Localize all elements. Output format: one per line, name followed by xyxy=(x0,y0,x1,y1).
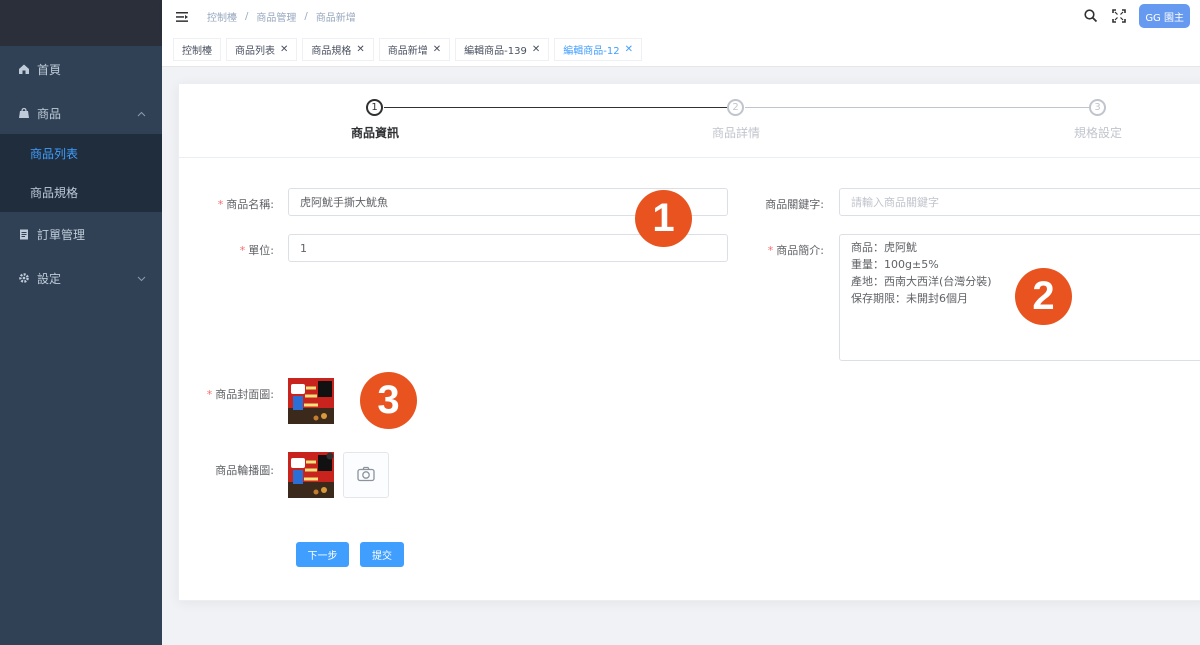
tag-product-spec[interactable]: 商品規格 ✕ xyxy=(302,38,374,61)
step-3-title: 規格設定 xyxy=(1073,126,1123,140)
sidebar: 首頁 商品 商品列表 商品規格 訂單管理 設定 xyxy=(0,0,162,645)
sidebar-submenu-products: 商品列表 商品規格 xyxy=(0,134,162,212)
close-icon[interactable]: ✕ xyxy=(433,44,441,55)
tag-product-add[interactable]: 商品新增 ✕ xyxy=(378,38,451,61)
navbar: 控制檯 / 商品管理 / 商品新增 GG 園主 xyxy=(162,0,1200,33)
product-name-label: * 商品名稱: xyxy=(217,198,274,211)
tag-label: 控制檯 xyxy=(182,46,212,57)
camera-icon xyxy=(357,466,375,485)
breadcrumb: 控制檯 / 商品管理 / 商品新增 xyxy=(207,9,356,24)
breadcrumb-item: 商品新增 xyxy=(315,13,356,24)
close-icon[interactable]: ✕ xyxy=(356,44,364,55)
tag-label: 編輯商品-139 xyxy=(464,46,527,57)
tag-label: 編輯商品-12 xyxy=(563,46,620,57)
product-keyword-input[interactable]: 請輸入商品關鍵字 xyxy=(839,188,1200,216)
unit-label: * 單位: xyxy=(239,244,274,257)
breadcrumb-separator: / xyxy=(245,11,249,22)
sidebar-subitem-product-list[interactable]: 商品列表 xyxy=(0,134,162,173)
tag-product-list[interactable]: 商品列表 ✕ xyxy=(226,38,298,61)
annotation-badge-3: 3 xyxy=(360,372,417,429)
navbar-right-menu: GG 園主 xyxy=(1083,4,1190,28)
sidebar-item-products[interactable]: 商品 xyxy=(0,92,162,134)
fullscreen-icon[interactable] xyxy=(1111,8,1127,24)
user-menu-button[interactable]: GG 園主 xyxy=(1139,4,1190,28)
sidebar-item-label: 商品 xyxy=(37,106,62,121)
sidebar-logo-area xyxy=(0,0,162,46)
cover-image-thumbnail[interactable] xyxy=(288,378,334,424)
step-2-icon: 2 xyxy=(727,99,744,116)
shop-icon xyxy=(18,107,30,119)
sidebar-item-orders[interactable]: 訂單管理 xyxy=(0,212,162,256)
step-3-icon: 3 xyxy=(1089,99,1106,116)
step-connector xyxy=(384,107,727,108)
next-step-button[interactable]: 下一步 xyxy=(296,542,349,567)
hamburger-icon[interactable] xyxy=(175,10,189,24)
breadcrumb-separator: / xyxy=(304,11,308,22)
sidebar-subitem-product-spec[interactable]: 商品規格 xyxy=(0,173,162,212)
breadcrumb-item[interactable]: 控制檯 xyxy=(207,9,237,24)
intro-line: 商品：虎阿魷 xyxy=(851,241,917,254)
sidebar-item-home[interactable]: 首頁 xyxy=(0,46,162,92)
step-1-title: 商品資訊 xyxy=(350,126,400,140)
tag-edit-product-12[interactable]: 編輯商品-12 ✕ xyxy=(554,38,642,61)
product-keyword-label: 商品關鍵字: xyxy=(765,198,824,211)
close-icon[interactable]: ✕ xyxy=(280,44,288,55)
carousel-image-thumbnail[interactable] xyxy=(288,452,334,498)
breadcrumb-item[interactable]: 商品管理 xyxy=(256,9,296,24)
close-icon[interactable]: ✕ xyxy=(532,44,540,55)
tags-view: 控制檯 商品列表 ✕ 商品規格 ✕ 商品新增 ✕ 編輯商品-139 ✕ 編輯商品-12 ✕ xyxy=(162,33,1200,67)
home-icon xyxy=(18,63,30,75)
sidebar-item-label: 設定 xyxy=(37,271,62,286)
tag-label: 商品新增 xyxy=(387,46,428,57)
image-upload-button[interactable] xyxy=(343,452,389,498)
carousel-image-label: 商品輪播圖: xyxy=(215,464,274,477)
sidebar-item-label: 首頁 xyxy=(37,62,62,77)
chevron-up-icon xyxy=(137,106,146,120)
chevron-down-icon xyxy=(137,271,146,285)
step-connector xyxy=(745,107,1090,108)
annotation-badge-2: 2 xyxy=(1015,268,1072,325)
product-intro-label: * 商品簡介: xyxy=(767,244,824,257)
tag-dashboard[interactable]: 控制檯 xyxy=(173,38,221,61)
submit-button[interactable]: 提交 xyxy=(360,542,404,567)
annotation-badge-1: 1 xyxy=(635,190,692,247)
steps: 1 商品資訊 2 商品詳情 3 規格設定 xyxy=(179,84,1200,158)
tag-edit-product-139[interactable]: 編輯商品-139 ✕ xyxy=(455,38,550,61)
intro-line: 重量：100g±5% xyxy=(851,258,939,271)
sidebar-item-label: 訂單管理 xyxy=(37,227,86,242)
step-2-title: 商品詳情 xyxy=(711,126,761,140)
clipboard-icon xyxy=(18,228,30,240)
cover-image-label: * 商品封面圖: xyxy=(206,388,274,401)
search-icon[interactable] xyxy=(1083,8,1099,24)
gear-icon xyxy=(18,272,30,284)
tag-label: 商品列表 xyxy=(235,46,275,57)
tag-label: 商品規格 xyxy=(311,46,352,57)
product-form-card: 1 商品資訊 2 商品詳情 3 規格設定 * 商品名稱: 虎阿魷手撕大魷魚 商品關… xyxy=(178,83,1200,601)
step-1-icon: 1 xyxy=(366,99,383,116)
sidebar-item-settings[interactable]: 設定 xyxy=(0,256,162,300)
close-icon[interactable]: ✕ xyxy=(625,44,633,55)
